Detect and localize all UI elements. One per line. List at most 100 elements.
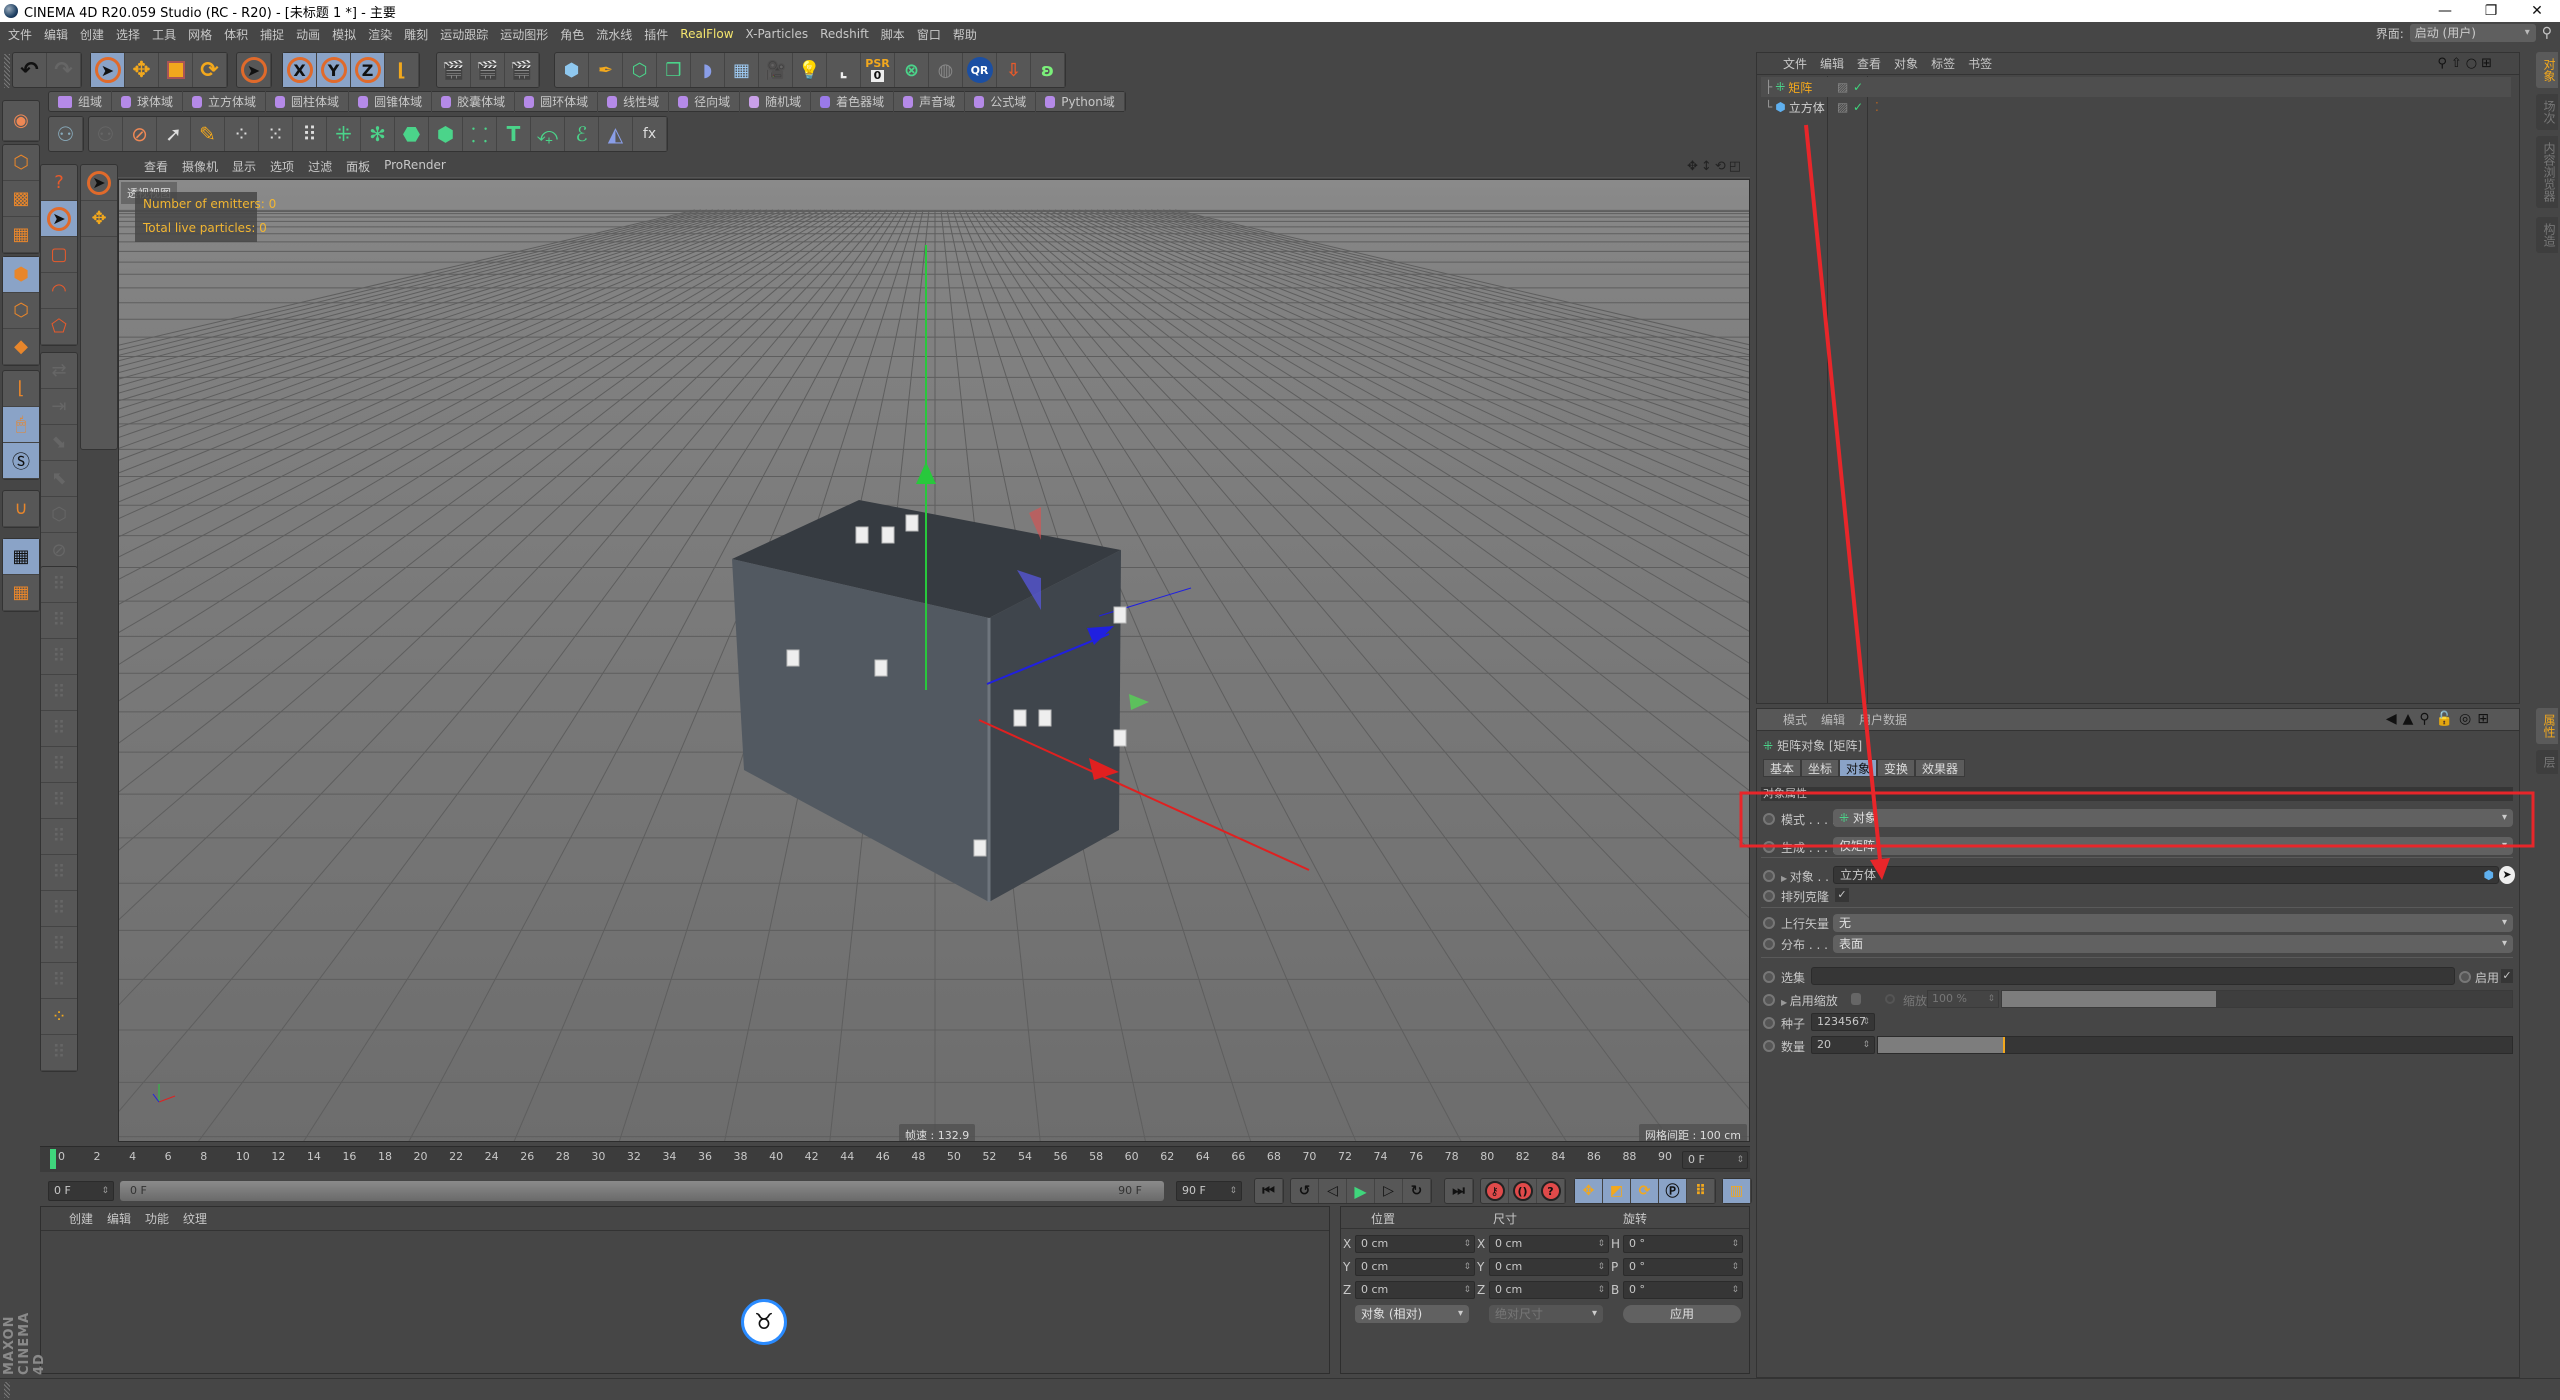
rotate-button[interactable]: ⟳ [193, 53, 227, 87]
timeline-window-button[interactable]: ▥ [1723, 1179, 1751, 1203]
viewport-menu-6[interactable]: ProRender [384, 158, 446, 175]
field-button-5[interactable]: 胶囊体域 [432, 91, 516, 112]
points-mode-button[interactable]: ⬢ [3, 257, 39, 293]
menu-11[interactable]: 雕刻 [404, 26, 428, 43]
next-frame-button[interactable]: ▷ [1375, 1179, 1403, 1203]
points-12-button[interactable]: ⠿ [41, 963, 77, 999]
field-button-13[interactable]: Python域 [1036, 91, 1125, 112]
minimize-button[interactable]: — [2422, 0, 2468, 22]
prev-frame-button[interactable]: ◁ [1319, 1179, 1347, 1203]
polygons-mode-button[interactable]: ◆ [3, 329, 39, 365]
close-button[interactable]: ✕ [2514, 0, 2560, 22]
attribute-manager-tools[interactable]: ◀▲⚲🔓◎⊞ [2386, 711, 2495, 727]
distribution-dropdown[interactable]: 表面 [1833, 935, 2513, 953]
floor-button[interactable]: ▦ [725, 53, 759, 87]
cloner-radial-button[interactable]: ⁙ [259, 117, 293, 151]
pen-button[interactable]: ✒ [589, 53, 623, 87]
undo-button[interactable]: ↶ [13, 53, 47, 87]
generate-dropdown[interactable]: 仅矩阵 [1833, 837, 2513, 855]
render-settings-button[interactable]: 🎬 [505, 53, 539, 87]
phong-tag-icon[interactable]: ⁚ [1875, 100, 1879, 114]
menu-5[interactable]: 网格 [188, 26, 212, 43]
position-field[interactable]: 0 cm ⇕ [1355, 1235, 1475, 1253]
coordinate-mode-dropdown[interactable]: 对象 (相对) [1355, 1305, 1469, 1323]
size-field[interactable]: 0 cm ⇕ [1489, 1281, 1609, 1299]
keyframe-radio[interactable] [1763, 841, 1775, 853]
spinner-icon[interactable]: ⇕ [1731, 1259, 1739, 1275]
spinner-icon[interactable]: ⇕ [1597, 1236, 1605, 1252]
side-tab-side_tabs_top-0[interactable]: 对象 [2536, 52, 2558, 88]
viewport-menu-4[interactable]: 过滤 [308, 158, 332, 175]
menu-14[interactable]: 角色 [560, 26, 584, 43]
mograph-paint-button[interactable]: ✎ [191, 117, 225, 151]
menu-12[interactable]: 运动跟踪 [440, 26, 488, 43]
formula-effector-button[interactable]: fx [633, 117, 667, 151]
points-5-button[interactable]: ⠿ [41, 711, 77, 747]
rotation-field[interactable]: 0 ° ⇕ [1623, 1281, 1743, 1299]
redo-button[interactable]: ↷ [47, 53, 81, 87]
layer-icon[interactable]: ▨ [1837, 100, 1848, 114]
workplane-mode-button[interactable]: ▦ [3, 217, 39, 253]
count-field[interactable]: 20 ⇕ [1811, 1036, 1875, 1054]
keyframe-radio[interactable] [1763, 890, 1775, 902]
viewport-menu-1[interactable]: 摄像机 [182, 158, 218, 175]
size-mode-dropdown[interactable]: 绝对尺寸 [1489, 1305, 1603, 1323]
spinner-icon[interactable]: ⇕ [1229, 1182, 1237, 1200]
points-3-button[interactable]: ⠿ [41, 639, 77, 675]
move-tool-button[interactable]: ✥ [81, 201, 117, 237]
attribute-menu-1[interactable]: 编辑 [1821, 711, 1845, 728]
field-button-8[interactable]: 径向域 [669, 91, 741, 112]
attribute-tab-0[interactable]: 基本 [1763, 759, 1802, 777]
scale-enable-checkbox[interactable] [1851, 993, 1861, 1005]
make-editable-button[interactable]: ◉ [3, 101, 39, 141]
rectangle-select-button[interactable]: ▢ [41, 237, 77, 273]
grow-selection-button[interactable]: ⬉ [41, 461, 77, 497]
count-slider[interactable] [1877, 1036, 2513, 1054]
side-tab-side_tabs_top-1[interactable]: 场次 [2536, 94, 2558, 130]
enabled-check-icon[interactable]: ✓ [1853, 80, 1863, 94]
viewport-navigation-icons[interactable]: ✥↕⟲◰ [1687, 159, 1744, 174]
play-button[interactable]: ▶ [1347, 1179, 1375, 1203]
field-button-6[interactable]: 圆环体域 [515, 91, 599, 112]
object-row-matrix[interactable]: ├ ⁜ 矩阵 ▨ ✓ [1761, 77, 2511, 97]
field-button-1[interactable]: 球体域 [112, 91, 184, 112]
keyframe-radio[interactable] [1763, 813, 1775, 825]
drop-button[interactable]: ⇩ [997, 53, 1031, 87]
light-button[interactable]: 💡 [793, 53, 827, 87]
toolbar-grip[interactable] [4, 54, 10, 88]
viewport-menu-5[interactable]: 面板 [346, 158, 370, 175]
key-parameter-button[interactable]: Ⓟ [1659, 1179, 1687, 1203]
keyframe-radio[interactable] [1763, 938, 1775, 950]
mode-dropdown[interactable]: ⁜ 对象 [1833, 809, 2513, 827]
enable-checkbox[interactable]: ✓ [2501, 969, 2513, 983]
material-menu-2[interactable]: 功能 [145, 1210, 169, 1227]
end-frame-field[interactable]: 90 F ⇕ [1176, 1181, 1242, 1201]
spinner-icon[interactable]: ⇕ [1597, 1259, 1605, 1275]
convert-selection-button[interactable]: ⇄ [41, 353, 77, 389]
x-axis-lock-button[interactable]: X [283, 53, 317, 87]
text-button[interactable]: T [497, 117, 531, 151]
polygon-select-button[interactable]: ⬠ [41, 309, 77, 345]
expand-arrow-icon[interactable]: ▶ [1781, 998, 1790, 1007]
layer-icon[interactable]: ▨ [1837, 80, 1848, 94]
menu-8[interactable]: 动画 [296, 26, 320, 43]
search-icon[interactable]: ⚲ [2542, 25, 2552, 41]
points-11-button[interactable]: ⠿ [41, 927, 77, 963]
menu-17[interactable]: RealFlow [680, 27, 733, 41]
menu-20[interactable]: 脚本 [881, 26, 905, 43]
field-button-11[interactable]: 声音域 [894, 91, 966, 112]
lasso-select-button[interactable]: ◠ [41, 273, 77, 309]
xparticles-emitter-button[interactable]: ⊗ [895, 53, 929, 87]
spline-mask-button[interactable]: ℰ [565, 117, 599, 151]
attribute-menu-0[interactable]: 模式 [1783, 711, 1807, 728]
move-button[interactable]: ✥ [125, 53, 159, 87]
object-manager-menu-2[interactable]: 查看 [1857, 55, 1881, 72]
points-7-button[interactable]: ⠿ [41, 783, 77, 819]
recent-tool-button[interactable]: ➤ [237, 53, 271, 87]
attribute-tab-1[interactable]: 坐标 [1801, 759, 1840, 777]
cloner-linear-button[interactable]: ⁘ [225, 117, 259, 151]
subdivision-button[interactable]: ⬡ [623, 53, 657, 87]
enabled-check-icon[interactable]: ✓ [1853, 100, 1863, 114]
start-frame-field[interactable]: 0 F ⇕ [48, 1181, 114, 1201]
fracture-button[interactable]: ⬣ [395, 117, 429, 151]
